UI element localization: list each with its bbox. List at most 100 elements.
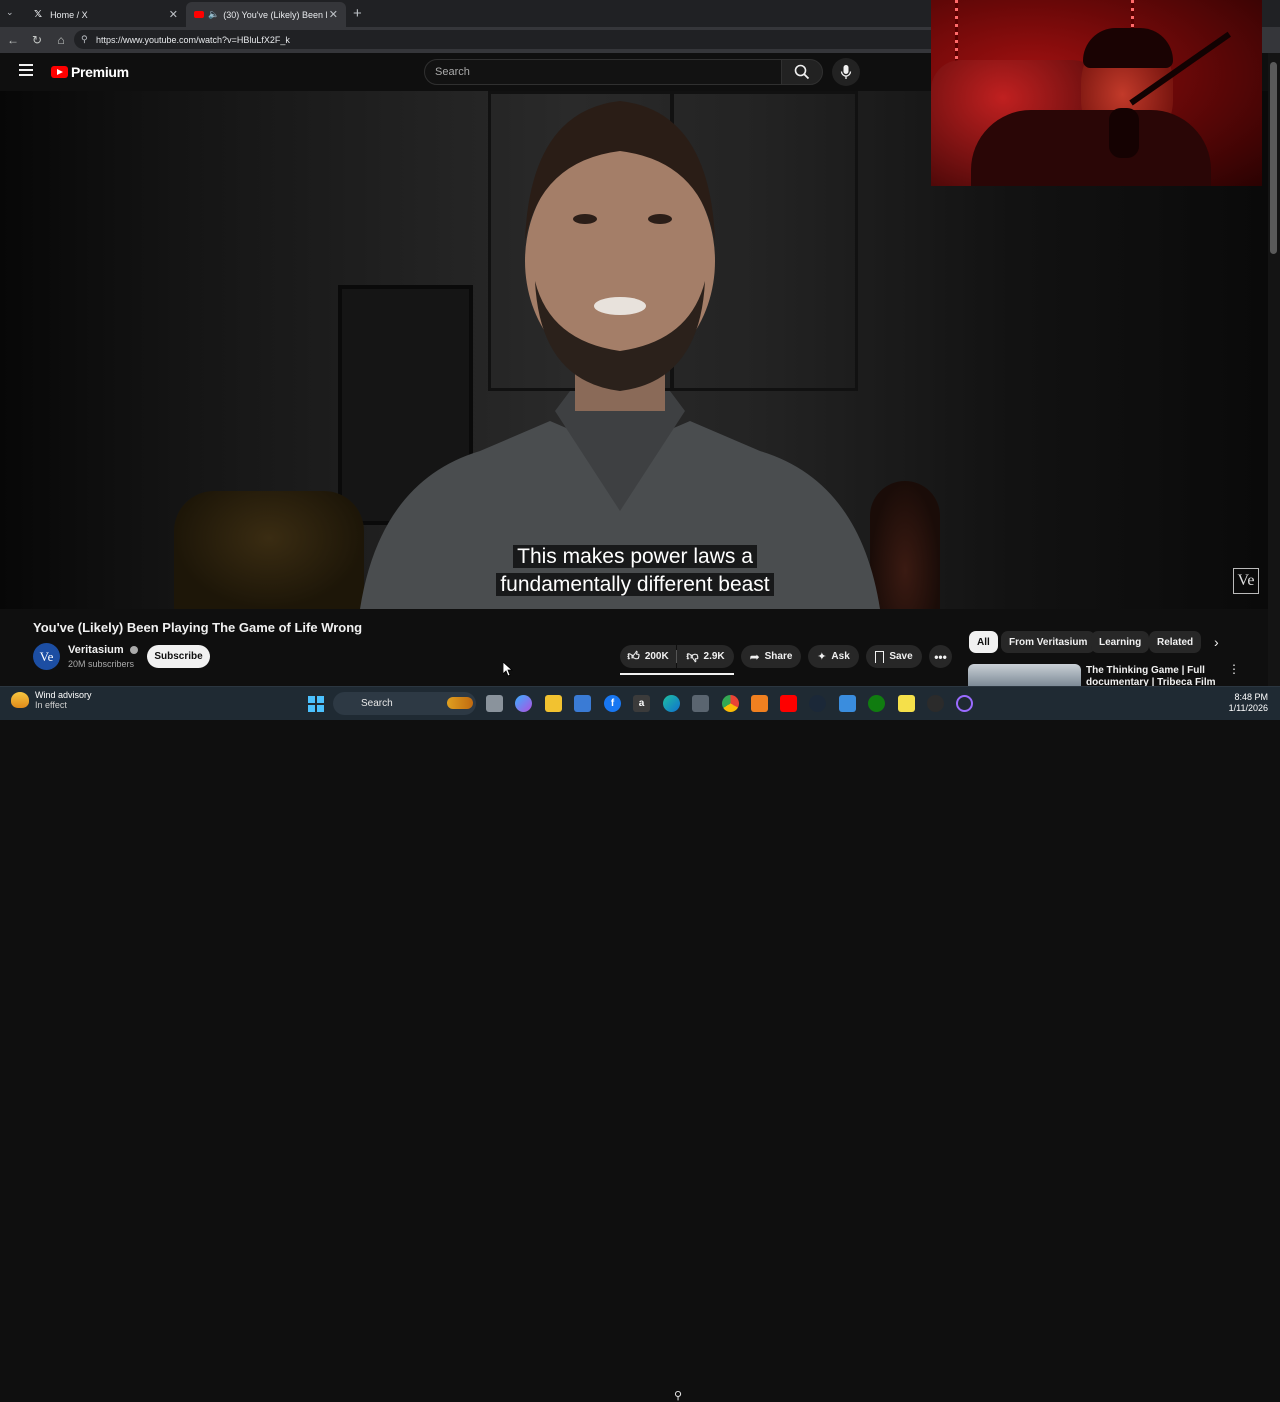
weather-subtitle: In effect <box>35 700 67 710</box>
subscriber-count: 20M subscribers <box>68 659 135 669</box>
search-input[interactable]: Search <box>424 59 782 85</box>
tab-list-dropdown[interactable]: ⌄ <box>6 7 20 21</box>
app-icon[interactable] <box>839 695 856 712</box>
voice-search-button[interactable] <box>832 58 860 86</box>
share-label: Share <box>764 651 793 662</box>
tab-label: Home / X <box>50 9 88 20</box>
site-info-icon[interactable]: ⚲ <box>81 34 88 45</box>
share-button[interactable]: ➦ Share <box>741 645 801 668</box>
streamer-body <box>971 110 1211 186</box>
clock-date: 1/11/2026 <box>1228 703 1268 713</box>
logo-text: Premium <box>71 64 129 80</box>
copilot-icon[interactable] <box>515 695 532 712</box>
obs-icon[interactable] <box>927 695 944 712</box>
like-button[interactable]: 👍︎ 200K <box>620 645 676 668</box>
x-logo-icon: 𝕏 <box>34 9 43 20</box>
search-placeholder: Search <box>435 66 470 78</box>
channel-name-text: Veritasium <box>68 644 124 656</box>
chip-from-veritasium[interactable]: From Veritasium <box>1001 631 1096 653</box>
youtube-logo-icon <box>51 66 68 78</box>
steam-icon[interactable] <box>809 695 826 712</box>
search-button[interactable] <box>781 59 823 85</box>
mouse-cursor-icon <box>503 662 513 677</box>
tab-home-x[interactable]: 𝕏 Home / X ✕ <box>26 2 186 27</box>
youtube-favicon-icon <box>194 11 204 18</box>
video-title: You've (Likely) Been Playing The Game of… <box>33 620 363 635</box>
kebab-menu-icon[interactable]: ⋮ <box>1228 663 1240 675</box>
chip-all[interactable]: All <box>969 631 998 653</box>
file-explorer-icon[interactable] <box>545 695 562 712</box>
close-icon[interactable]: ✕ <box>329 8 338 21</box>
bookmark-icon <box>875 650 885 663</box>
microsoft-store-icon[interactable] <box>574 695 591 712</box>
background-chair <box>174 491 364 609</box>
home-button[interactable]: ⌂ <box>53 32 69 48</box>
ask-button[interactable]: ✦ Ask <box>808 645 859 668</box>
ellipsis-icon: ••• <box>934 649 947 664</box>
weather-alert-icon <box>11 692 29 708</box>
system-clock[interactable]: 8:48 PM 1/11/2026 <box>1222 692 1268 714</box>
video-caption: This makes power laws a fundamentally di… <box>478 543 792 599</box>
close-icon[interactable]: ✕ <box>169 8 178 21</box>
speaker-icon[interactable]: 🔈 <box>208 9 219 20</box>
save-button[interactable]: Save <box>866 645 922 668</box>
search-icon: ⚲ <box>674 1390 683 1402</box>
presenter-figure <box>360 101 880 609</box>
sticky-notes-icon[interactable] <box>898 695 915 712</box>
chevron-right-icon[interactable]: › <box>1214 634 1219 650</box>
windows-start-icon[interactable] <box>308 696 324 712</box>
like-ratio-bar <box>620 673 734 675</box>
dislike-button[interactable]: 👎︎ 2.9K <box>677 645 734 668</box>
thumbs-up-icon: 👍︎ <box>627 649 640 663</box>
channel-avatar[interactable]: Ve <box>33 643 60 670</box>
more-actions-button[interactable]: ••• <box>929 645 952 668</box>
microphone <box>1109 108 1139 158</box>
microphone-icon <box>840 65 852 79</box>
caption-line-2: fundamentally different beast <box>496 573 774 596</box>
address-bar[interactable]: ⚲ https://www.youtube.com/watch?v=HBluLf… <box>74 30 944 49</box>
tab-youtube-video[interactable]: 🔈 (30) You've (Likely) Been Playi ✕ <box>186 2 346 27</box>
chip-related[interactable]: Related <box>1149 631 1202 653</box>
search-icon <box>794 64 810 80</box>
sparkle-icon: ✦ <box>817 651 827 663</box>
amazon-icon[interactable]: a <box>633 695 650 712</box>
thumbs-down-icon: 👎︎ <box>686 649 699 663</box>
chip-learning[interactable]: Learning <box>1091 631 1150 653</box>
youtube-icon[interactable] <box>780 695 797 712</box>
dislike-count: 2.9K <box>703 651 725 662</box>
streamer-hair <box>1083 28 1173 68</box>
back-button[interactable]: ← <box>5 32 21 48</box>
reload-button[interactable]: ↻ <box>29 32 45 48</box>
search-highlight-icon <box>447 697 473 709</box>
like-count: 200K <box>644 651 669 662</box>
verified-icon <box>129 646 138 655</box>
caption-line-1: This makes power laws a <box>513 545 757 568</box>
new-tab-button[interactable]: + <box>353 5 362 22</box>
youtube-premium-logo[interactable]: Premium <box>51 64 129 80</box>
url-text: https://www.youtube.com/watch?v=HBluLfX2… <box>96 34 290 45</box>
scrollbar-thumb[interactable] <box>1270 62 1277 254</box>
webcam-overlay <box>931 0 1262 186</box>
weather-title: Wind advisory <box>35 690 92 700</box>
share-icon: ➦ <box>749 649 760 664</box>
save-label: Save <box>889 651 913 662</box>
channel-name[interactable]: Veritasium <box>68 644 138 656</box>
vlc-icon[interactable] <box>751 695 768 712</box>
calculator-icon[interactable] <box>692 695 709 712</box>
menu-icon[interactable] <box>19 64 33 76</box>
clock-time: 8:48 PM <box>1234 692 1268 702</box>
weather-widget[interactable]: Wind advisory In effect <box>11 690 92 710</box>
subscribe-button[interactable]: Subscribe <box>147 645 210 668</box>
facebook-icon[interactable]: f <box>604 695 621 712</box>
chrome-icon[interactable] <box>722 695 739 712</box>
ask-label: Ask <box>831 651 850 662</box>
tab-label: (30) You've (Likely) Been Playi <box>223 9 327 20</box>
recommendation-title[interactable]: The Thinking Game | Full documentary | T… <box>1086 665 1216 686</box>
recommendation-thumbnail[interactable] <box>968 664 1081 686</box>
cortana-icon[interactable] <box>956 695 973 712</box>
task-view-icon[interactable] <box>486 695 503 712</box>
taskbar-search-label: Search <box>361 698 393 709</box>
xbox-icon[interactable] <box>868 695 885 712</box>
edge-icon[interactable] <box>663 695 680 712</box>
channel-watermark[interactable]: Ve <box>1233 568 1259 594</box>
